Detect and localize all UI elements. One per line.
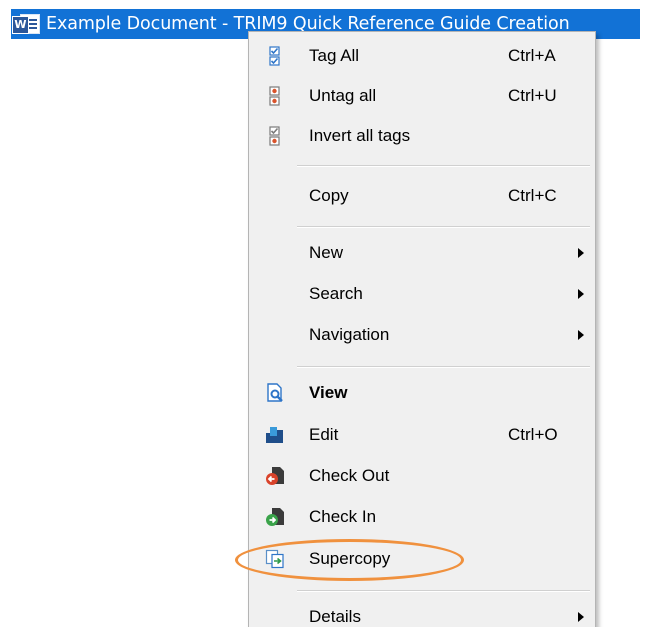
menu-item-view[interactable]: View: [249, 373, 595, 413]
menu-item-shortcut: Ctrl+U: [508, 86, 557, 105]
menu-item-label: View: [309, 383, 348, 402]
submenu-arrow-icon: [578, 330, 584, 340]
menu-item-label: Check Out: [309, 466, 390, 485]
menu-item-check-in[interactable]: Check In: [249, 497, 595, 537]
menu-item-label: Supercopy: [309, 549, 391, 568]
menu-item-shortcut: Ctrl+C: [508, 186, 557, 205]
menu-item-label: Tag All: [309, 46, 360, 65]
menu-item-label: Navigation: [309, 325, 390, 344]
view-icon: [267, 383, 283, 402]
menu-item-label: Details: [309, 607, 361, 626]
menu-item-label: New: [309, 243, 344, 262]
invert-tags-icon: [269, 126, 280, 146]
submenu-arrow-icon: [578, 248, 584, 258]
context-menu: Tag All Ctrl+A Untag all Ctrl+U Invert a…: [248, 31, 596, 627]
menu-separator: [297, 590, 590, 592]
submenu-arrow-icon: [578, 612, 584, 622]
menu-separator: [297, 226, 590, 228]
screenshot-stage: W Example Document - TRIM9 Quick Referen…: [0, 0, 650, 627]
menu-item-new[interactable]: New: [249, 233, 595, 273]
menu-item-label: Untag all: [309, 86, 377, 105]
tag-all-icon: [269, 46, 280, 66]
menu-item-label: Copy: [309, 186, 349, 205]
menu-item-details[interactable]: Details: [249, 597, 595, 627]
submenu-arrow-icon: [578, 289, 584, 299]
menu-item-label: Edit: [309, 425, 339, 444]
menu-separator: [297, 165, 590, 167]
untag-all-icon: [269, 86, 280, 106]
menu-item-search[interactable]: Search: [249, 274, 595, 314]
menu-item-label: Invert all tags: [309, 126, 411, 145]
menu-item-shortcut: Ctrl+A: [508, 46, 556, 65]
menu-item-check-out[interactable]: Check Out: [249, 456, 595, 496]
menu-separator: [297, 366, 590, 368]
menu-item-edit[interactable]: Edit Ctrl+O: [249, 415, 595, 455]
menu-item-invert-all-tags[interactable]: Invert all tags: [249, 116, 595, 156]
menu-item-supercopy[interactable]: Supercopy: [249, 539, 595, 579]
word-document-icon: W: [12, 13, 42, 35]
menu-item-copy[interactable]: Copy Ctrl+C: [249, 176, 595, 216]
menu-item-navigation[interactable]: Navigation: [249, 315, 595, 355]
menu-item-tag-all[interactable]: Tag All Ctrl+A: [249, 36, 595, 76]
supercopy-icon: [265, 549, 284, 569]
check-out-icon: [266, 467, 284, 485]
menu-item-shortcut: Ctrl+O: [508, 425, 558, 444]
check-in-icon: [266, 508, 284, 526]
menu-item-label: Check In: [309, 507, 377, 526]
menu-item-untag-all[interactable]: Untag all Ctrl+U: [249, 76, 595, 116]
edit-icon: [266, 427, 283, 443]
menu-item-label: Search: [309, 284, 363, 303]
